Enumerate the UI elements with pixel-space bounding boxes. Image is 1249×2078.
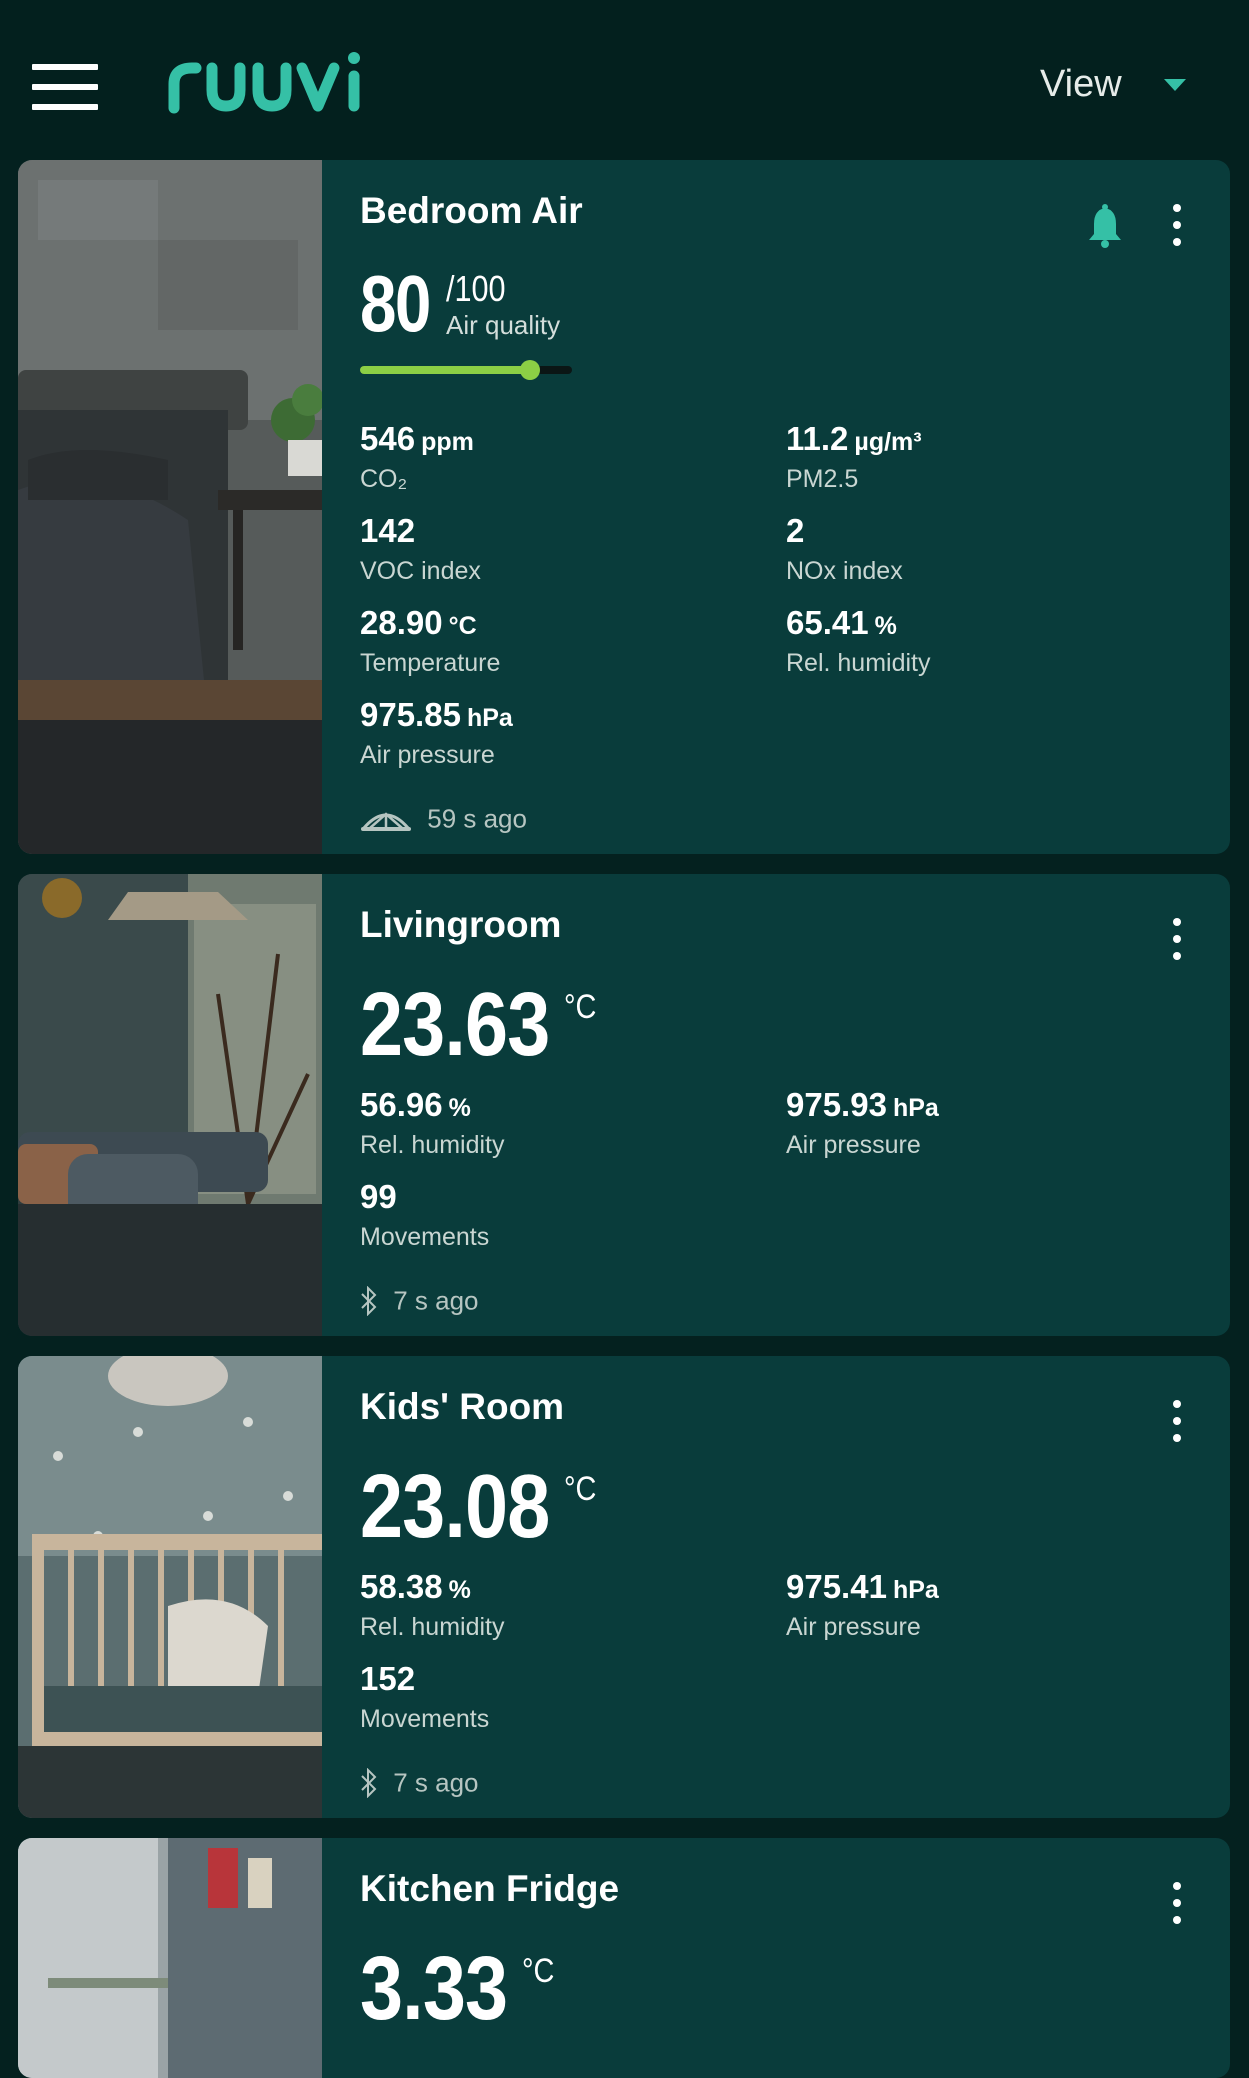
metric-value: 99 <box>360 1178 397 1215</box>
metric-humidity: 65.41% Rel. humidity <box>786 604 931 680</box>
metric-value: 58.38 <box>360 1568 443 1605</box>
card-title: Kids' Room <box>360 1386 565 1427</box>
gateway-icon <box>361 812 411 832</box>
ruuvi-logo <box>168 52 360 114</box>
livingroom-photo <box>18 874 322 1336</box>
last-updated: 59 s ago <box>360 802 527 835</box>
temperature-unit: °C <box>564 1470 597 1508</box>
air-quality-max: /100 <box>446 268 506 309</box>
sensor-card-livingroom[interactable]: Livingroom 23.63 °C 56.96% Rel. humidity… <box>18 874 1230 1336</box>
metric-value: 546 <box>360 420 416 457</box>
metric-pressure: 975.85 hPa Air pressure <box>360 696 513 772</box>
air-quality-label: Air quality <box>446 310 561 340</box>
metric-temperature: 28.90 °C Temperature <box>360 604 500 680</box>
metric-pm25: 11.2 µg/m³ PM2.5 <box>786 420 922 496</box>
metric-pressure: 975.93 hPa Air pressure <box>786 1086 939 1162</box>
metric-unit: % <box>448 1094 471 1122</box>
card-content: Livingroom 23.63 °C 56.96% Rel. humidity… <box>322 874 1230 1336</box>
metric-unit: % <box>874 612 897 640</box>
kitchen-fridge-photo <box>18 1838 322 2078</box>
metric-nox: 2 NOx index <box>786 512 903 588</box>
metric-value: 28.90 <box>360 604 443 641</box>
metric-label: Air pressure <box>786 1613 921 1641</box>
metric-value: 975.41 <box>786 1568 887 1605</box>
card-menu-icon[interactable] <box>1170 918 1184 960</box>
metric-voc: 142 VOC index <box>360 512 481 588</box>
metric-label: Movements <box>360 1223 490 1251</box>
metric-label: VOC index <box>360 557 481 585</box>
app-bar: View <box>0 0 1249 160</box>
card-content: Kitchen Fridge 3.33 °C <box>322 1838 1230 2078</box>
updated-time: 7 s ago <box>393 1285 479 1316</box>
metric-label: Air pressure <box>360 741 495 769</box>
metric-value: 142 <box>360 512 416 549</box>
bell-icon[interactable] <box>1086 204 1124 248</box>
metric-label: Rel. humidity <box>786 649 931 677</box>
metric-unit: ppm <box>421 428 474 456</box>
last-updated: 7 s ago <box>360 1284 479 1317</box>
card-menu-icon[interactable] <box>1170 204 1184 246</box>
metric-label: Rel. humidity <box>360 1131 505 1159</box>
metric-unit: hPa <box>466 704 513 732</box>
air-quality-bar-fill <box>360 366 530 374</box>
air-quality-bar <box>360 360 572 380</box>
air-quality-score: 80 <box>360 259 431 348</box>
metric-label: Movements <box>360 1705 490 1733</box>
metric-label: Rel. humidity <box>360 1613 505 1641</box>
card-title: Bedroom Air <box>360 190 583 231</box>
air-quality-bar-marker <box>519 360 540 380</box>
metric-co2: 546 ppm CO₂ <box>360 420 474 496</box>
metric-label: PM2.5 <box>786 465 859 493</box>
card-content: Kids' Room 23.08 °C 58.38% Rel. humidity… <box>322 1356 1230 1818</box>
card-content: Bedroom Air 80 /100 Air quality 546 ppm C… <box>322 160 1230 854</box>
metric-unit: hPa <box>892 1094 939 1122</box>
kids-room-photo <box>18 1356 322 1818</box>
metric-unit: % <box>448 1576 471 1604</box>
caret-down-icon <box>1164 78 1187 91</box>
metric-value: 11.2 <box>786 420 849 457</box>
metric-movements: 99 Movements <box>360 1178 489 1254</box>
metric-label: Air pressure <box>786 1131 921 1159</box>
card-menu-icon[interactable] <box>1170 1882 1184 1924</box>
updated-time: 7 s ago <box>393 1767 479 1798</box>
bedroom-photo <box>18 160 322 854</box>
metric-humidity: 56.96% Rel. humidity <box>360 1086 505 1162</box>
metric-label: CO₂ <box>360 465 408 493</box>
metric-humidity: 58.38% Rel. humidity <box>360 1568 505 1644</box>
metric-label: Temperature <box>360 649 501 677</box>
view-label: View <box>1040 63 1122 106</box>
metric-value: 975.85 <box>360 696 461 733</box>
updated-time: 59 s ago <box>427 803 527 834</box>
bluetooth-icon <box>361 1285 377 1317</box>
temperature-value: 3.33 <box>360 1939 508 2039</box>
sensor-card-kids-room[interactable]: Kids' Room 23.08 °C 58.38% Rel. humidity… <box>18 1356 1230 1818</box>
metric-unit: µg/m³ <box>854 428 922 456</box>
metric-value: 65.41 <box>786 604 869 641</box>
card-title: Kitchen Fridge <box>360 1868 620 1909</box>
metric-pressure: 975.41 hPa Air pressure <box>786 1568 939 1644</box>
metric-value: 975.93 <box>786 1086 887 1123</box>
temperature-unit: °C <box>522 1952 555 1990</box>
temperature-value: 23.63 <box>360 975 550 1075</box>
bluetooth-icon <box>361 1767 377 1799</box>
metric-label: NOx index <box>786 557 903 585</box>
menu-icon[interactable] <box>32 64 98 110</box>
metric-value: 2 <box>786 512 805 549</box>
metric-value: 152 <box>360 1660 416 1697</box>
metric-unit: hPa <box>892 1576 939 1604</box>
metric-movements: 152 Movements <box>360 1660 489 1736</box>
temperature-value: 23.08 <box>360 1457 550 1557</box>
last-updated: 7 s ago <box>360 1766 479 1799</box>
temperature-unit: °C <box>564 988 597 1026</box>
sensor-card-kitchen-fridge[interactable]: Kitchen Fridge 3.33 °C <box>18 1838 1230 2078</box>
view-dropdown[interactable]: View <box>1040 62 1187 112</box>
card-menu-icon[interactable] <box>1170 1400 1184 1442</box>
metric-value: 56.96 <box>360 1086 443 1123</box>
metric-unit: °C <box>448 612 477 640</box>
sensor-card-bedroom-air[interactable]: Bedroom Air 80 /100 Air quality 546 ppm C… <box>18 160 1230 854</box>
card-title: Livingroom <box>360 904 562 945</box>
